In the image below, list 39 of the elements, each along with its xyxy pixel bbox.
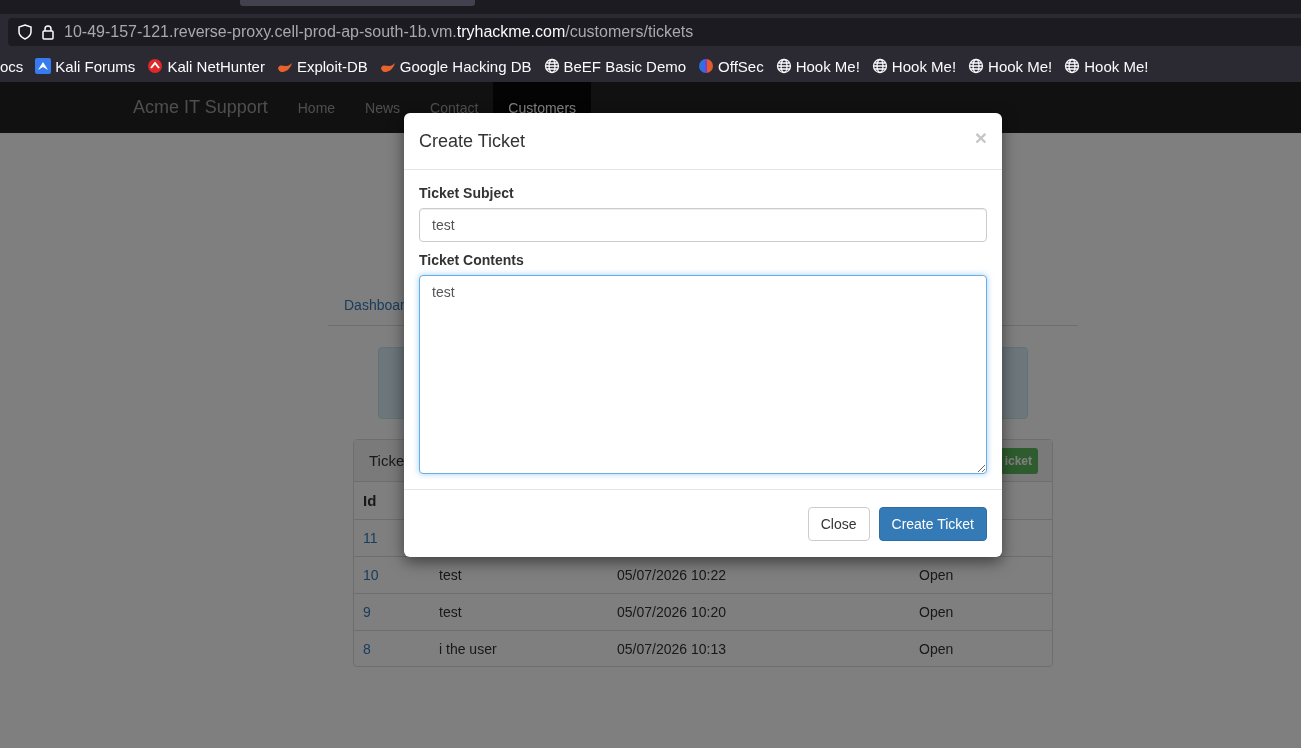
field-label: Ticket Subject xyxy=(419,185,515,201)
date-cell-text: 05/07/2026 10:20 xyxy=(617,604,727,620)
bookmark[interactable]: Exploit-DB xyxy=(276,57,368,75)
bookmark[interactable]: Google Hacking DB xyxy=(379,57,532,75)
bookmark[interactable]: Hook Me! xyxy=(871,57,957,75)
column-header: Id xyxy=(363,492,378,509)
globe-icon xyxy=(968,58,985,74)
date-cell-text: 05/07/2026 10:13 xyxy=(617,641,727,657)
cancel-button[interactable]: Close xyxy=(807,506,870,541)
status-cell-text: Open xyxy=(919,604,955,620)
bookmark[interactable]: OffSec xyxy=(698,57,764,75)
bookmark[interactable]: Kali Forums xyxy=(35,57,136,75)
bookmark[interactable]: Hook Me! xyxy=(968,57,1053,75)
url-text: 10-49-157-121.reverse-proxy.cell-prod-ap-south-1b.vm.tryhackme.com/customers/tickets xyxy=(64,23,694,41)
subject-cell-text: test xyxy=(439,604,463,620)
field-label: Ticket Contents xyxy=(419,252,525,268)
lock-icon xyxy=(42,24,54,40)
globe-icon xyxy=(871,58,888,74)
shield-icon xyxy=(18,24,32,40)
submit-button[interactable]: Create Ticket xyxy=(878,506,987,541)
globe-icon xyxy=(775,58,792,74)
address-bar[interactable]: 10-49-157-121.reverse-proxy.cell-prod-ap-south-1b.vm.tryhackme.com/customers/tickets xyxy=(8,18,1301,46)
bookmark[interactable]: Kali NetHunter xyxy=(147,57,265,75)
subject-cell-text: test xyxy=(439,567,463,583)
subject-cell-text: i the user xyxy=(439,641,498,657)
contents-field[interactable]: test xyxy=(419,275,987,474)
panel-title: Ticke xyxy=(369,452,405,469)
bookmark[interactable]: ocs xyxy=(0,57,24,75)
bookmark[interactable]: BeEF Basic Demo xyxy=(543,57,687,75)
modal-title: Create Ticket xyxy=(419,130,526,152)
globe-icon xyxy=(1064,58,1081,74)
bookmark[interactable]: Hook Me! xyxy=(775,57,860,75)
subject-field[interactable]: test xyxy=(419,208,987,242)
bookmark[interactable]: Hook Me! xyxy=(1064,57,1149,75)
globe-icon xyxy=(543,58,560,74)
status-cell-text: Open xyxy=(919,567,955,583)
date-cell-text: 05/07/2026 10:22 xyxy=(617,567,727,583)
offsec-icon xyxy=(698,58,715,74)
status-cell-text: Open xyxy=(919,641,955,657)
